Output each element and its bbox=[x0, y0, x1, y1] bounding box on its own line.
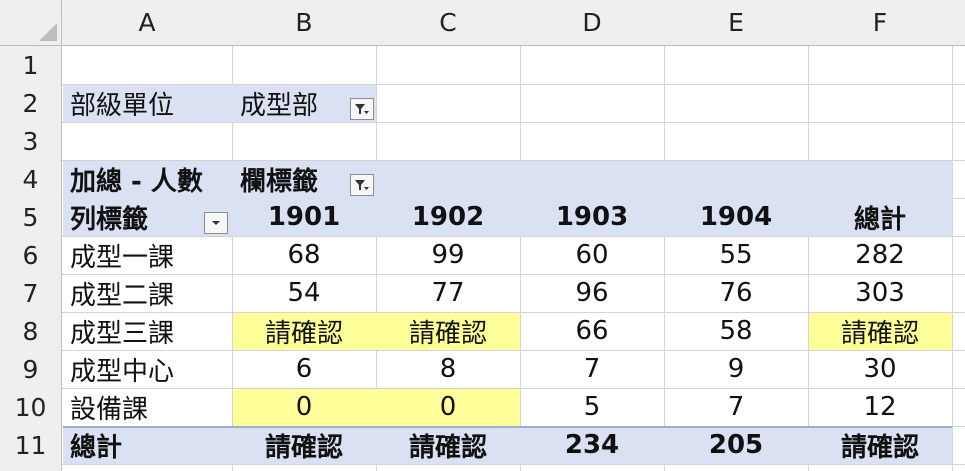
pivot-col-header[interactable]: 1902 bbox=[376, 198, 520, 236]
grand-total-cell[interactable]: 請確認 bbox=[376, 426, 520, 464]
pivot-value-cell[interactable]: 請確認 bbox=[376, 312, 520, 350]
row-header-7[interactable]: 7 bbox=[0, 274, 62, 313]
row-header-9[interactable]: 9 bbox=[0, 350, 62, 389]
pivot-row-label[interactable]: 成型二課 bbox=[62, 274, 232, 312]
row-header-11[interactable]: 11 bbox=[0, 426, 62, 465]
grand-total-label[interactable]: 總計 bbox=[62, 426, 232, 464]
pivot-row-label[interactable]: 成型中心 bbox=[62, 350, 232, 388]
pivot-col-header[interactable]: 總計 bbox=[808, 198, 952, 236]
filter-field-label[interactable]: 部級單位 bbox=[62, 84, 232, 122]
column-header-e[interactable]: E bbox=[664, 0, 809, 46]
spreadsheet-grid[interactable]: A B C D E F 1 2 3 4 5 6 7 8 9 10 11 部級單位… bbox=[0, 0, 965, 471]
chevron-down-icon bbox=[212, 221, 220, 225]
grand-total-cell[interactable]: 205 bbox=[664, 426, 808, 464]
column-header-d[interactable]: D bbox=[520, 0, 665, 46]
pivot-col-header[interactable]: 1901 bbox=[232, 198, 376, 236]
pivot-value-cell[interactable]: 30 bbox=[808, 350, 952, 388]
row-header-1[interactable]: 1 bbox=[0, 46, 62, 85]
row-header-4[interactable]: 4 bbox=[0, 160, 62, 199]
row-header-5[interactable]: 5 bbox=[0, 198, 62, 237]
pivot-row-label[interactable]: 成型三課 bbox=[62, 312, 232, 350]
pivot-value-cell[interactable]: 0 bbox=[376, 388, 520, 426]
pivot-value-cell[interactable]: 60 bbox=[520, 236, 664, 274]
column-header-f[interactable]: F bbox=[808, 0, 953, 46]
filter-icon bbox=[355, 180, 369, 190]
pivot-value-cell[interactable]: 77 bbox=[376, 274, 520, 312]
row-labels-dropdown-button[interactable] bbox=[204, 212, 228, 234]
pivot-value-cell[interactable]: 0 bbox=[232, 388, 376, 426]
grand-total-cell[interactable]: 請確認 bbox=[232, 426, 376, 464]
pivot-value-cell[interactable]: 96 bbox=[520, 274, 664, 312]
pivot-col-header[interactable]: 1903 bbox=[520, 198, 664, 236]
pivot-value-cell[interactable]: 7 bbox=[664, 388, 808, 426]
row-header-6[interactable]: 6 bbox=[0, 236, 62, 275]
pivot-value-cell[interactable]: 76 bbox=[664, 274, 808, 312]
row-header-8[interactable]: 8 bbox=[0, 312, 62, 351]
pivot-value-cell[interactable]: 6 bbox=[232, 350, 376, 388]
pivot-value-cell[interactable]: 66 bbox=[520, 312, 664, 350]
row-header-10[interactable]: 10 bbox=[0, 388, 62, 427]
pivot-value-cell[interactable]: 55 bbox=[664, 236, 808, 274]
pivot-value-cell[interactable]: 請確認 bbox=[808, 312, 952, 350]
pivot-row-label[interactable]: 成型一課 bbox=[62, 236, 232, 274]
column-labels-filter-button[interactable] bbox=[350, 174, 374, 196]
select-all-corner[interactable] bbox=[0, 0, 62, 46]
pivot-value-cell[interactable]: 68 bbox=[232, 236, 376, 274]
pivot-value-cell[interactable]: 12 bbox=[808, 388, 952, 426]
grand-total-cell[interactable]: 234 bbox=[520, 426, 664, 464]
filter-icon bbox=[355, 104, 369, 114]
pivot-value-cell[interactable]: 58 bbox=[664, 312, 808, 350]
pivot-value-cell[interactable]: 282 bbox=[808, 236, 952, 274]
filter-dropdown-button[interactable] bbox=[350, 98, 374, 120]
column-header-a[interactable]: A bbox=[62, 0, 233, 46]
pivot-value-cell[interactable]: 請確認 bbox=[232, 312, 376, 350]
pivot-value-cell[interactable]: 99 bbox=[376, 236, 520, 274]
pivot-value-label[interactable]: 加總 - 人數 bbox=[62, 160, 232, 198]
pivot-value-cell[interactable]: 5 bbox=[520, 388, 664, 426]
pivot-row-label[interactable]: 設備課 bbox=[62, 388, 232, 426]
pivot-value-cell[interactable]: 54 bbox=[232, 274, 376, 312]
pivot-value-cell[interactable]: 303 bbox=[808, 274, 952, 312]
grand-total-cell[interactable]: 請確認 bbox=[808, 426, 952, 464]
column-header-b[interactable]: B bbox=[232, 0, 377, 46]
row-header-2[interactable]: 2 bbox=[0, 84, 62, 123]
column-header-c[interactable]: C bbox=[376, 0, 521, 46]
row-header-3[interactable]: 3 bbox=[0, 122, 62, 161]
pivot-value-cell[interactable]: 7 bbox=[520, 350, 664, 388]
pivot-col-header[interactable]: 1904 bbox=[664, 198, 808, 236]
pivot-value-cell[interactable]: 8 bbox=[376, 350, 520, 388]
pivot-value-cell[interactable]: 9 bbox=[664, 350, 808, 388]
